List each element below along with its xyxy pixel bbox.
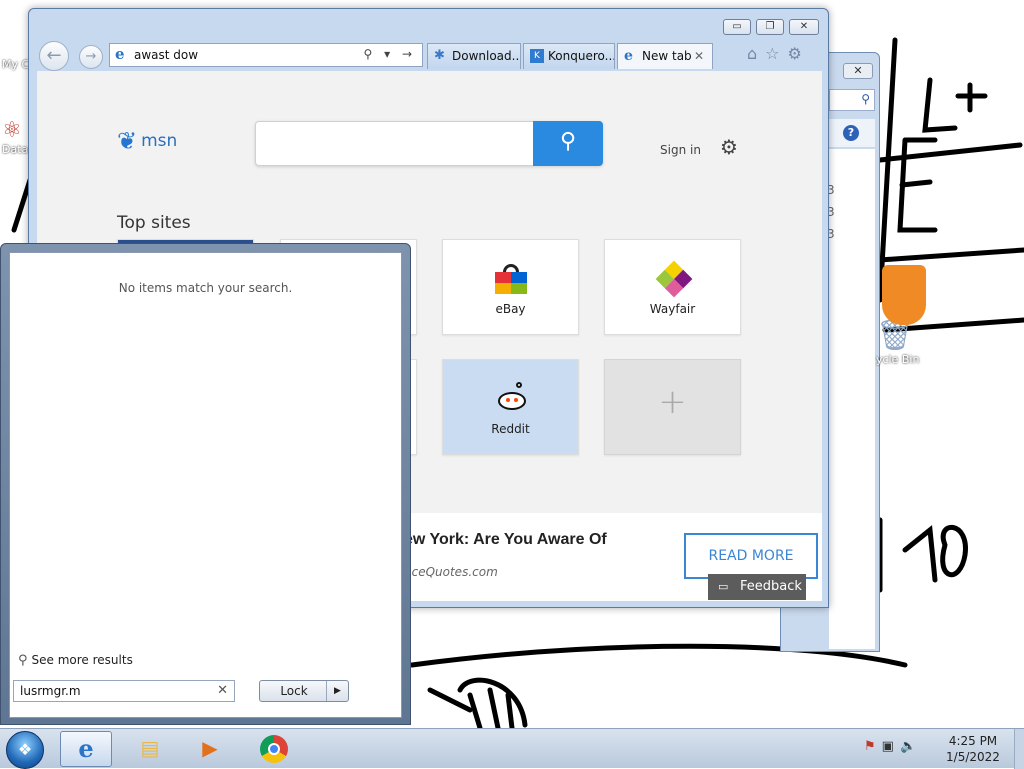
gear-icon[interactable]: ⚙ xyxy=(720,135,738,159)
konqueror-icon: K xyxy=(530,49,544,63)
tab-new-tab[interactable]: e New tab ✕ xyxy=(617,43,713,69)
tile-label: eBay xyxy=(495,302,526,316)
tab-label: New tab xyxy=(642,49,692,63)
reddit-alien-icon xyxy=(496,382,528,412)
search-icon: ⚲ xyxy=(861,92,870,106)
search-icon: ⚲ xyxy=(559,129,577,154)
lock-button[interactable]: Lock ▶ xyxy=(259,680,349,702)
volume-icon[interactable]: 🔈 xyxy=(900,739,922,754)
content-pane xyxy=(829,149,875,649)
download-icon: ✱ xyxy=(434,48,445,63)
media-player-icon: ▶ xyxy=(202,736,218,760)
minimize-button[interactable]: ▭ xyxy=(723,19,751,35)
taskbar-chrome[interactable] xyxy=(248,731,300,767)
show-desktop-button[interactable] xyxy=(1014,729,1024,769)
tab-downloads[interactable]: ✱ Download... xyxy=(427,43,521,69)
feedback-icon: ▭ xyxy=(718,580,729,593)
help-icon[interactable]: ? xyxy=(843,125,859,141)
search-input[interactable]: ⚲ xyxy=(829,89,875,111)
desktop-icon-label: Data xyxy=(2,143,29,156)
taskbar: ❖ e ▤ ▶ ⚑▣🔈 4:25 PM 1/5/2022 xyxy=(0,728,1024,769)
address-actions[interactable]: ⚲ ▾ → xyxy=(364,47,417,61)
tile-ebay[interactable]: eBay xyxy=(442,239,579,335)
taskbar-media-player[interactable]: ▶ xyxy=(184,731,236,767)
clock-time: 4:25 PM xyxy=(948,734,998,748)
desktop-icon-my-computer[interactable]: My C xyxy=(2,58,29,71)
add-site-tile[interactable]: + xyxy=(604,359,741,455)
arrow-left-icon: ← xyxy=(46,45,62,66)
clear-icon[interactable]: ✕ xyxy=(217,683,228,698)
tab-label: Konquero... xyxy=(548,49,615,63)
close-tab-icon[interactable]: ✕ xyxy=(694,44,704,68)
start-search-input[interactable]: lusrmgr.m ✕ xyxy=(13,680,235,702)
ebay-bag-icon xyxy=(495,264,527,294)
see-more-results-link[interactable]: ⚲ See more results xyxy=(18,653,133,668)
tab-konqueror[interactable]: K Konquero... xyxy=(523,43,615,69)
orange-shape xyxy=(882,265,926,325)
wayfair-pinwheel-icon xyxy=(655,260,693,298)
search-input-value[interactable]: lusrmgr.m xyxy=(20,684,81,698)
tab-label: Download... xyxy=(452,49,521,63)
plus-icon: + xyxy=(658,382,687,422)
address-bar[interactable]: e awast dow ⚲ ▾ → xyxy=(109,43,423,67)
desktop-icon-recycle-bin[interactable]: 🗑 ycle Bin xyxy=(876,318,919,366)
close-button[interactable]: ✕ xyxy=(843,63,873,79)
see-more-label: See more results xyxy=(31,653,133,667)
arrow-right-icon: → xyxy=(85,49,97,64)
desktop-icon-label: ycle Bin xyxy=(876,353,920,366)
tile-label: Wayfair xyxy=(649,302,696,316)
search-results-pane: No items match your search. ⚲ See more re… xyxy=(9,252,402,718)
atom-icon: ⚛ xyxy=(2,118,22,143)
no-results-message: No items match your search. xyxy=(118,281,293,295)
msn-logo[interactable]: ❦ msn xyxy=(117,127,177,155)
feedback-label: Feedback xyxy=(740,579,802,594)
restore-button[interactable]: ❐ xyxy=(756,19,784,35)
action-center-flag-icon[interactable]: ⚑ xyxy=(864,739,882,754)
clock[interactable]: 4:25 PM 1/5/2022 xyxy=(938,733,1008,765)
ie-icon: e xyxy=(115,45,125,63)
forward-button[interactable]: → xyxy=(79,45,103,69)
taskbar-file-explorer[interactable]: ▤ xyxy=(124,731,176,767)
gear-icon[interactable]: ⚙ xyxy=(788,44,810,63)
news-headline[interactable]: ew York: Are You Aware Of xyxy=(404,531,607,549)
read-more-button[interactable]: READ MORE xyxy=(684,533,818,579)
close-button[interactable]: ✕ xyxy=(789,19,819,35)
folder-icon: ▤ xyxy=(140,736,160,760)
search-icon: ⚲ xyxy=(18,653,28,668)
search-button[interactable]: ⚲ xyxy=(533,121,603,166)
search-input[interactable]: ⚲ xyxy=(255,121,603,166)
command-bar: ⌂☆⚙ xyxy=(747,44,810,63)
back-button[interactable]: ← xyxy=(39,41,69,71)
address-input[interactable]: awast dow xyxy=(134,48,198,62)
msn-logo-text: msn xyxy=(141,131,178,151)
top-sites-heading: Top sites xyxy=(117,213,191,233)
start-menu: No items match your search. ⚲ See more re… xyxy=(0,243,411,725)
home-icon[interactable]: ⌂ xyxy=(747,44,765,63)
lock-label: Lock xyxy=(280,684,308,698)
desktop-icon-data[interactable]: ⚛ Data xyxy=(2,118,28,156)
clock-date: 1/5/2022 xyxy=(946,750,1000,764)
feedback-button[interactable]: ▭ Feedback xyxy=(708,574,806,600)
network-icon[interactable]: ▣ xyxy=(882,739,900,754)
favorites-icon[interactable]: ☆ xyxy=(765,44,787,63)
tile-label: Reddit xyxy=(491,422,530,436)
start-button[interactable]: ❖ xyxy=(6,731,44,769)
ie-icon: e xyxy=(78,734,94,763)
taskbar-internet-explorer[interactable]: e xyxy=(60,731,112,767)
tile-reddit[interactable]: Reddit xyxy=(442,359,579,455)
sign-in-link[interactable]: Sign in xyxy=(660,143,701,157)
desktop-icon-label: My C xyxy=(2,58,30,71)
chrome-icon xyxy=(260,735,288,763)
butterfly-icon: ❦ xyxy=(117,127,138,155)
windows-logo-icon: ❖ xyxy=(17,740,33,759)
tile-wayfair[interactable]: Wayfair xyxy=(604,239,741,335)
power-options-arrow-icon[interactable]: ▶ xyxy=(326,681,348,701)
ie-icon: e xyxy=(624,48,633,64)
system-tray: ⚑▣🔈 xyxy=(864,739,922,754)
news-source: nceQuotes.com xyxy=(404,565,498,579)
